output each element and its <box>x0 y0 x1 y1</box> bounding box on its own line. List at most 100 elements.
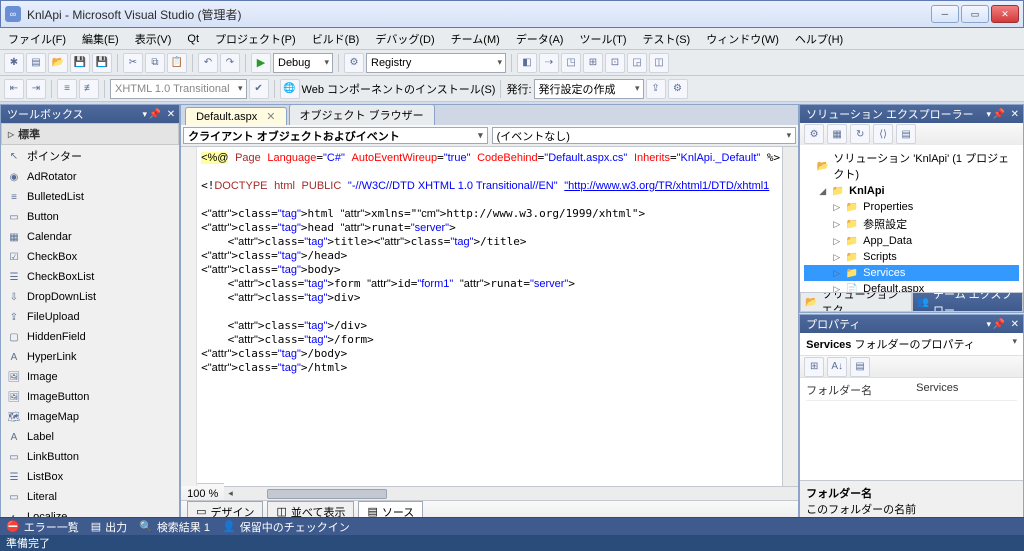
copy-icon[interactable]: ⧉ <box>145 53 165 73</box>
pin-icon[interactable]: 📌 <box>993 109 1005 120</box>
menu-view[interactable]: 表示(V) <box>127 28 180 50</box>
tree-node--knlapi-1-[interactable]: 📂ソリューション 'KnlApi' (1 プロジェクト) <box>804 149 1019 183</box>
undo-icon[interactable]: ↶ <box>198 53 218 73</box>
toolbox-item-dropdownlist[interactable]: ⇩DropDownList <box>1 287 179 307</box>
save-icon[interactable]: 💾 <box>70 53 90 73</box>
sol-tb-refresh-icon[interactable]: ↻ <box>850 124 870 144</box>
tb-misc-4[interactable]: ⊞ <box>583 53 603 73</box>
solution-tree[interactable]: 📂ソリューション 'KnlApi' (1 プロジェクト)◢📁KnlApi▷📁Pr… <box>800 145 1023 292</box>
globe-icon[interactable]: 🌐 <box>280 79 300 99</box>
paste-icon[interactable]: 📋 <box>167 53 187 73</box>
cut-icon[interactable]: ✂ <box>123 53 143 73</box>
toolbox-header[interactable]: ツールボックス ▾ 📌 ✕ <box>1 105 179 123</box>
menu-team[interactable]: チーム(M) <box>443 28 508 50</box>
alphabetical-icon[interactable]: A↓ <box>827 357 847 377</box>
dropdown-icon[interactable]: ▾ <box>986 319 991 330</box>
uncomment-icon[interactable]: ≢ <box>79 79 99 99</box>
tree-node-default-aspx[interactable]: ▷📄Default.aspx <box>804 281 1019 292</box>
tab-object-browser[interactable]: オブジェクト ブラウザー <box>289 104 435 125</box>
menu-window[interactable]: ウィンドウ(W) <box>698 28 787 50</box>
close-icon[interactable]: ✕ <box>167 109 175 120</box>
tb-misc-7[interactable]: ◫ <box>649 53 669 73</box>
close-button[interactable]: ✕ <box>991 5 1019 23</box>
tree-node--[interactable]: ▷📁参照設定 <box>804 215 1019 233</box>
menu-tools[interactable]: ツール(T) <box>571 28 634 50</box>
outdent-icon[interactable]: ⇤ <box>4 79 24 99</box>
tab-team-explorer[interactable]: 👥 チーム エクスプロー… <box>912 292 1023 312</box>
categorized-icon[interactable]: ⊞ <box>804 357 824 377</box>
toolbox-item-listbox[interactable]: ☰ListBox <box>1 467 179 487</box>
toolbox-item-image[interactable]: 🖼Image <box>1 367 179 387</box>
add-item-icon[interactable]: ▤ <box>26 53 46 73</box>
toolbox-item-literal[interactable]: ▭Literal <box>1 487 179 507</box>
tree-node-services[interactable]: ▷📁Services <box>804 265 1019 281</box>
properties-object-combo[interactable]: Services Services フォルダーのプロパティフォルダーのプロパティ… <box>800 333 1023 356</box>
toolbox-item-imagebutton[interactable]: 🖼ImageButton <box>1 387 179 407</box>
toolbox-item-checkbox[interactable]: ☑CheckBox <box>1 247 179 267</box>
toolbox-item-button[interactable]: ▭Button <box>1 207 179 227</box>
member-combo-left[interactable]: クライアント オブジェクトおよびイベント <box>183 127 488 144</box>
toolbox-item-linkbutton[interactable]: ▭LinkButton <box>1 447 179 467</box>
tree-node-scripts[interactable]: ▷📁Scripts <box>804 249 1019 265</box>
tab-close-icon[interactable]: ✕ <box>266 111 275 123</box>
platform-combo[interactable]: Registry <box>366 53 506 73</box>
tab-default-aspx[interactable]: Default.aspx ✕ <box>185 107 286 125</box>
menu-test[interactable]: テスト(S) <box>635 28 699 50</box>
maximize-button[interactable]: ▭ <box>961 5 989 23</box>
start-debug-icon[interactable]: ▶ <box>251 53 271 73</box>
new-project-icon[interactable]: ✱ <box>4 53 24 73</box>
menu-project[interactable]: プロジェクト(P) <box>207 28 304 50</box>
horizontal-scrollbar[interactable]: 100 % ◂ <box>181 486 798 500</box>
redo-icon[interactable]: ↷ <box>220 53 240 73</box>
tb-misc-6[interactable]: ◲ <box>627 53 647 73</box>
properties-header[interactable]: プロパティ ▾ 📌 ✕ <box>800 315 1023 333</box>
tb-misc-3[interactable]: ◳ <box>561 53 581 73</box>
menu-debug[interactable]: デバッグ(D) <box>367 28 442 50</box>
toolbox-item-label[interactable]: ALabel <box>1 427 179 447</box>
tree-node-properties[interactable]: ▷📁Properties <box>804 199 1019 215</box>
dropdown-icon[interactable]: ▾ <box>143 109 148 120</box>
validate-icon[interactable]: ✔ <box>249 79 269 99</box>
open-icon[interactable]: 📂 <box>48 53 68 73</box>
prop-row-folder-name[interactable]: フォルダー名 Services <box>806 380 1017 401</box>
member-combo-right[interactable]: (イベントなし) <box>492 127 797 144</box>
toolbox-group-standard[interactable]: 標準 <box>1 123 179 145</box>
sol-tb-icon[interactable]: ▤ <box>896 124 916 144</box>
prop-pages-icon[interactable]: ▤ <box>850 357 870 377</box>
tree-node-app_data[interactable]: ▷📁App_Data <box>804 233 1019 249</box>
sol-tb-code-icon[interactable]: ⟨⟩ <box>873 124 893 144</box>
toolbox-item-hyperlink[interactable]: AHyperLink <box>1 347 179 367</box>
toolbox-item-hiddenfield[interactable]: ▢HiddenField <box>1 327 179 347</box>
dropdown-icon[interactable]: ▾ <box>986 109 991 120</box>
vertical-scrollbar[interactable] <box>782 147 798 486</box>
indent-icon[interactable]: ⇥ <box>26 79 46 99</box>
tb-misc-5[interactable]: ⊡ <box>605 53 625 73</box>
platform-icon[interactable]: ⚙ <box>344 53 364 73</box>
tb-misc-2[interactable]: ⇢ <box>539 53 559 73</box>
pin-icon[interactable]: 📌 <box>993 319 1005 330</box>
toolbox-item-bulletedlist[interactable]: ≡BulletedList <box>1 187 179 207</box>
tab-solution-explorer[interactable]: 📂 ソリューション エク… <box>800 292 911 312</box>
toolbox-item-checkboxlist[interactable]: ☰CheckBoxList <box>1 267 179 287</box>
publish-icon[interactable]: ⇪ <box>646 79 666 99</box>
menu-data[interactable]: データ(A) <box>508 28 572 50</box>
toolbox-item-fileupload[interactable]: ⇪FileUpload <box>1 307 179 327</box>
pin-icon[interactable]: 📌 <box>149 109 161 120</box>
comment-icon[interactable]: ≡ <box>57 79 77 99</box>
menu-build[interactable]: ビルド(B) <box>304 28 368 50</box>
config-combo[interactable]: Debug <box>273 53 333 73</box>
find-results-tab[interactable]: 🔍 検索結果 1 <box>139 519 210 535</box>
menu-edit[interactable]: 編集(E) <box>74 28 127 50</box>
solution-header[interactable]: ソリューション エクスプローラー ▾ 📌 ✕ <box>800 105 1023 123</box>
toolbox-item-imagemap[interactable]: 🗺ImageMap <box>1 407 179 427</box>
sol-tb-prop-icon[interactable]: ⚙ <box>804 124 824 144</box>
properties-grid[interactable]: フォルダー名 Services <box>800 378 1023 403</box>
sol-tb-showall-icon[interactable]: ▦ <box>827 124 847 144</box>
minimize-button[interactable]: ─ <box>931 5 959 23</box>
close-icon[interactable]: ✕ <box>1011 319 1019 330</box>
tb-misc-1[interactable]: ◧ <box>517 53 537 73</box>
menu-help[interactable]: ヘルプ(H) <box>787 28 851 50</box>
code-editor[interactable]: <%@ Page Language="C#" AutoEventWireup="… <box>181 147 782 486</box>
output-tab[interactable]: ▤ 出力 <box>91 519 127 535</box>
publish-settings-icon[interactable]: ⚙ <box>668 79 688 99</box>
